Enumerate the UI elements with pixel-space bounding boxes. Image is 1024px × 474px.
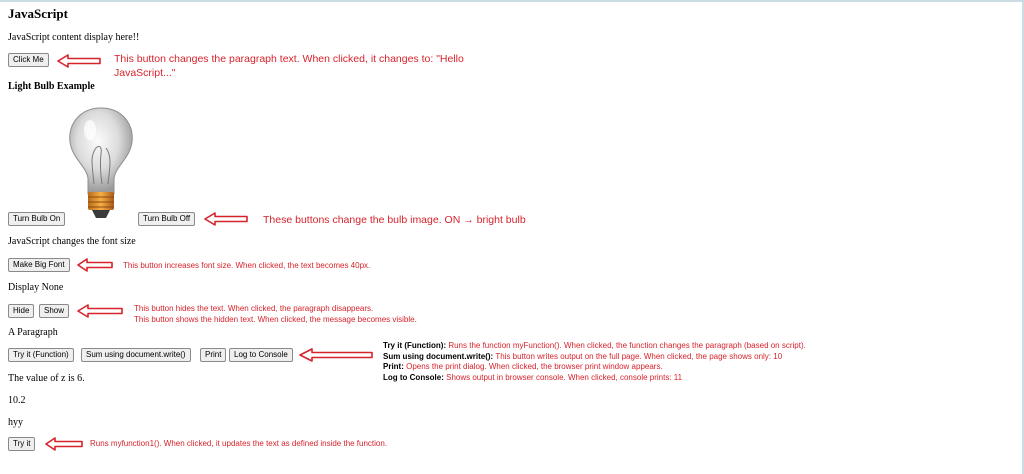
left-arrow-icon — [77, 304, 123, 318]
show-annotation: This button shows the hidden text. When … — [134, 315, 417, 324]
function-annotation-item: Sum using document.write(): This button … — [383, 351, 783, 361]
function-annotation-item: Log to Console: Shows output in browser … — [383, 372, 683, 382]
make-big-font-button[interactable]: Make Big Font — [8, 258, 70, 272]
left-arrow-icon — [77, 258, 113, 272]
hyy-paragraph: hyy — [8, 417, 23, 428]
print-button[interactable]: Print — [200, 348, 227, 362]
show-button[interactable]: Show — [39, 304, 70, 318]
click-me-annotation-line1: This button changes the paragraph text. … — [114, 53, 464, 65]
z-value-paragraph: The value of z is 6. — [8, 373, 85, 384]
sum-document-write-button[interactable]: Sum using document.write() — [81, 348, 191, 362]
turn-bulb-on-button[interactable]: Turn Bulb On — [8, 212, 66, 226]
window-frame-top — [0, 0, 1024, 2]
bulb-annotation: These buttons change the bulb image. ON … — [263, 214, 526, 226]
intro-paragraph: JavaScript content display here!! — [8, 32, 140, 43]
turn-bulb-off-button[interactable]: Turn Bulb Off — [138, 212, 196, 226]
click-me-button[interactable]: Click Me — [8, 53, 49, 67]
hide-annotation: This button hides the text. When clicked… — [134, 304, 374, 313]
left-arrow-icon — [57, 54, 101, 68]
left-arrow-icon — [204, 212, 248, 226]
font-annotation: This button increases font size. When cl… — [123, 261, 371, 270]
hide-button[interactable]: Hide — [8, 304, 35, 318]
try-it-annotation: Runs myfunction1(). When clicked, it upd… — [90, 439, 388, 448]
try-it-function-button[interactable]: Try it (Function) — [8, 348, 74, 362]
function-annotation-item: Try it (Function): Runs the function myF… — [383, 341, 806, 350]
function-annotation-list: Try it (Function): Runs the function myF… — [383, 341, 806, 383]
left-arrow-icon — [45, 437, 83, 451]
page-heading: JavaScript — [8, 6, 68, 21]
a-paragraph: A Paragraph — [8, 327, 58, 338]
number-paragraph: 10.2 — [8, 395, 26, 406]
font-size-paragraph: JavaScript changes the font size — [8, 236, 136, 247]
display-none-paragraph: Display None — [8, 282, 64, 293]
try-it-button[interactable]: Try it — [8, 437, 36, 451]
log-to-console-button[interactable]: Log to Console — [229, 348, 293, 362]
function-annotation-item: Print: Opens the print dialog. When clic… — [383, 362, 663, 371]
bulb-heading: Light Bulb Example — [8, 81, 95, 92]
light-bulb-icon — [69, 107, 133, 218]
click-me-annotation-line2: JavaScript..." — [114, 67, 176, 79]
left-arrow-icon — [299, 348, 373, 362]
